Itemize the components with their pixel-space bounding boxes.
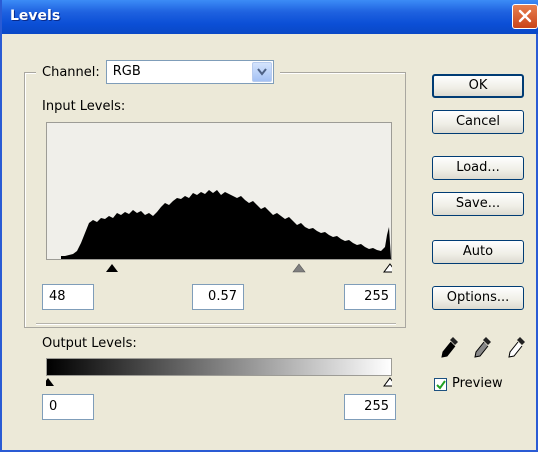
output-black-point-handle[interactable] bbox=[46, 378, 54, 386]
dialog-title: Levels bbox=[10, 8, 61, 24]
input-levels-label: Input Levels: bbox=[42, 99, 126, 114]
gray-eyedropper-button[interactable] bbox=[472, 334, 494, 360]
input-white-field[interactable]: 255 bbox=[344, 284, 396, 310]
input-black-field[interactable]: 48 bbox=[42, 284, 94, 310]
chevron-down-icon bbox=[256, 68, 267, 76]
input-levels-slider[interactable] bbox=[46, 262, 392, 274]
options-button[interactable]: Options... bbox=[432, 286, 524, 310]
input-gamma-handle[interactable] bbox=[292, 263, 306, 273]
auto-button[interactable]: Auto bbox=[432, 240, 524, 264]
close-icon bbox=[518, 9, 532, 23]
input-white-point-handle[interactable] bbox=[383, 263, 392, 273]
channel-dropdown-button[interactable] bbox=[251, 62, 272, 82]
channel-select[interactable]: RGB bbox=[105, 60, 274, 84]
input-gamma-field[interactable]: 0.57 bbox=[192, 284, 244, 310]
preview-label: Preview bbox=[452, 376, 503, 391]
preview-checkbox[interactable] bbox=[434, 378, 447, 391]
save-button[interactable]: Save... bbox=[432, 192, 524, 216]
histogram-graph bbox=[61, 190, 391, 259]
output-levels-slider[interactable] bbox=[46, 376, 392, 388]
white-eyedropper-button[interactable] bbox=[506, 334, 528, 360]
cancel-button[interactable]: Cancel bbox=[432, 110, 524, 134]
white-eyedropper-icon bbox=[508, 337, 525, 358]
levels-dialog: Levels Channel: RGB Input Levels: 48 0.5… bbox=[0, 0, 538, 452]
channel-row: Channel: RGB bbox=[36, 58, 280, 86]
ok-button[interactable]: OK bbox=[432, 74, 524, 98]
input-black-point-handle[interactable] bbox=[106, 264, 118, 272]
output-black-field[interactable]: 0 bbox=[42, 394, 94, 420]
histogram bbox=[46, 122, 392, 260]
black-eyedropper-icon bbox=[441, 337, 458, 358]
channel-value: RGB bbox=[112, 64, 141, 79]
checkmark-icon bbox=[436, 380, 446, 390]
gray-eyedropper-icon bbox=[474, 337, 491, 358]
channel-label: Channel: bbox=[42, 64, 100, 80]
output-gradient-bar bbox=[46, 358, 392, 376]
black-eyedropper-button[interactable] bbox=[439, 334, 461, 360]
separator bbox=[36, 323, 396, 325]
output-white-point-handle[interactable] bbox=[383, 377, 392, 387]
title-bar: Levels bbox=[2, 0, 538, 34]
load-button[interactable]: Load... bbox=[432, 156, 524, 180]
output-levels-label: Output Levels: bbox=[42, 336, 137, 351]
close-button[interactable] bbox=[512, 4, 538, 29]
output-white-field[interactable]: 255 bbox=[344, 394, 396, 420]
